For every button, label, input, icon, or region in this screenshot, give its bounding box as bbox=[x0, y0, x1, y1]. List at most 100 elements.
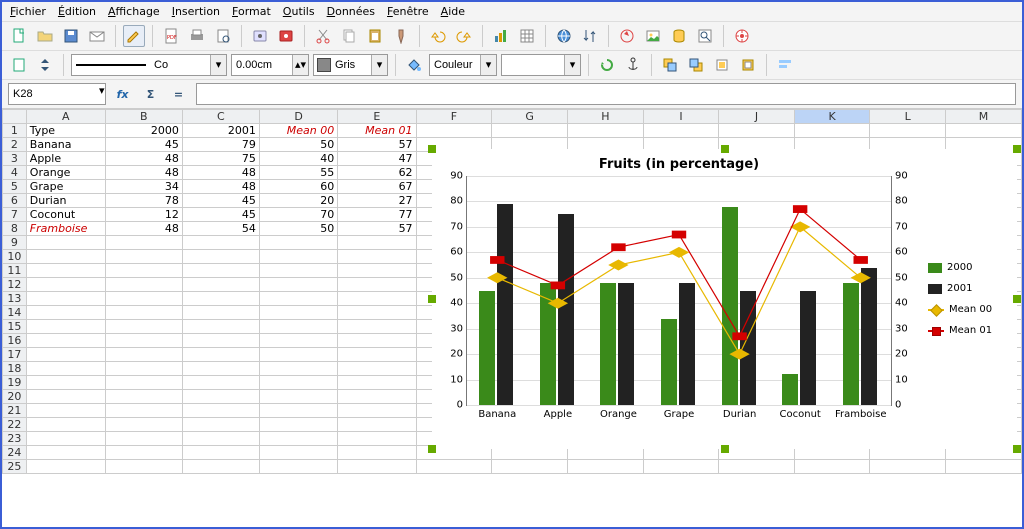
cell-B18[interactable] bbox=[105, 362, 182, 376]
cell-D4[interactable]: 55 bbox=[259, 166, 337, 180]
cell-E2[interactable]: 57 bbox=[338, 138, 416, 152]
cell-C20[interactable] bbox=[182, 390, 259, 404]
cell-D19[interactable] bbox=[259, 376, 337, 390]
row-header-7[interactable]: 7 bbox=[3, 208, 27, 222]
cell-E20[interactable] bbox=[338, 390, 416, 404]
cell-A14[interactable] bbox=[26, 306, 105, 320]
cell-E21[interactable] bbox=[338, 404, 416, 418]
menu-affichage[interactable]: Affichage bbox=[108, 5, 160, 18]
col-header-F[interactable]: F bbox=[416, 110, 492, 124]
dropdown-arrow-icon[interactable]: ▾ bbox=[371, 55, 387, 75]
line-width-input[interactable] bbox=[232, 55, 292, 75]
rotate-icon[interactable] bbox=[596, 54, 618, 76]
cell-E9[interactable] bbox=[338, 236, 416, 250]
col-header-G[interactable]: G bbox=[492, 110, 568, 124]
cell-C22[interactable] bbox=[182, 418, 259, 432]
cell-E17[interactable] bbox=[338, 348, 416, 362]
cell-K25[interactable] bbox=[794, 460, 870, 474]
cell-D5[interactable]: 60 bbox=[259, 180, 337, 194]
row-header-14[interactable]: 14 bbox=[3, 306, 27, 320]
datasource-icon[interactable] bbox=[668, 25, 690, 47]
cell-C10[interactable] bbox=[182, 250, 259, 264]
col-header-A[interactable]: A bbox=[26, 110, 105, 124]
format-paintbrush-icon[interactable] bbox=[390, 25, 412, 47]
resize-handle[interactable] bbox=[1013, 295, 1021, 303]
fill-bucket-icon[interactable] bbox=[403, 54, 425, 76]
cell-D8[interactable]: 50 bbox=[259, 222, 337, 236]
cell-A5[interactable]: Grape bbox=[26, 180, 105, 194]
cell-A4[interactable]: Orange bbox=[26, 166, 105, 180]
row-header-22[interactable]: 22 bbox=[3, 418, 27, 432]
row-header-13[interactable]: 13 bbox=[3, 292, 27, 306]
row-header-2[interactable]: 2 bbox=[3, 138, 27, 152]
table-icon[interactable] bbox=[516, 25, 538, 47]
cell-D23[interactable] bbox=[259, 432, 337, 446]
function-wizard-icon[interactable]: fx bbox=[112, 83, 134, 105]
resize-handle[interactable] bbox=[1013, 145, 1021, 153]
cell-B21[interactable] bbox=[105, 404, 182, 418]
cell-B6[interactable]: 78 bbox=[105, 194, 182, 208]
cell-A23[interactable] bbox=[26, 432, 105, 446]
equals-icon[interactable]: = bbox=[168, 83, 190, 105]
cell-B4[interactable]: 48 bbox=[105, 166, 182, 180]
cut-icon[interactable] bbox=[312, 25, 334, 47]
stop-macro-icon[interactable] bbox=[275, 25, 297, 47]
cell-C9[interactable] bbox=[182, 236, 259, 250]
col-header-H[interactable]: H bbox=[568, 110, 644, 124]
col-header-B[interactable]: B bbox=[105, 110, 182, 124]
row-header-1[interactable]: 1 bbox=[3, 124, 27, 138]
col-header-K[interactable]: K bbox=[794, 110, 870, 124]
cell-C23[interactable] bbox=[182, 432, 259, 446]
cell-E15[interactable] bbox=[338, 320, 416, 334]
cell-B16[interactable] bbox=[105, 334, 182, 348]
edit-mode-icon[interactable] bbox=[123, 25, 145, 47]
sort-icon[interactable] bbox=[579, 25, 601, 47]
paste-icon[interactable] bbox=[364, 25, 386, 47]
cell-D21[interactable] bbox=[259, 404, 337, 418]
alignment-icon[interactable] bbox=[774, 54, 796, 76]
line-style-combo[interactable]: ▾ bbox=[71, 54, 227, 76]
cell-B22[interactable] bbox=[105, 418, 182, 432]
cell-E3[interactable]: 47 bbox=[338, 152, 416, 166]
dropdown-arrow-icon[interactable]: ▾ bbox=[210, 55, 226, 75]
redo-icon[interactable] bbox=[453, 25, 475, 47]
cell-A10[interactable] bbox=[26, 250, 105, 264]
cell-I25[interactable] bbox=[643, 460, 718, 474]
anchor-menu-icon[interactable] bbox=[8, 54, 30, 76]
cell-E10[interactable] bbox=[338, 250, 416, 264]
cell-A16[interactable] bbox=[26, 334, 105, 348]
cell-D14[interactable] bbox=[259, 306, 337, 320]
open-icon[interactable] bbox=[34, 25, 56, 47]
cell-A3[interactable]: Apple bbox=[26, 152, 105, 166]
cell-B12[interactable] bbox=[105, 278, 182, 292]
row-header-4[interactable]: 4 bbox=[3, 166, 27, 180]
cell-M1[interactable] bbox=[946, 124, 1022, 138]
copy-icon[interactable] bbox=[338, 25, 360, 47]
cell-D22[interactable] bbox=[259, 418, 337, 432]
cell-E16[interactable] bbox=[338, 334, 416, 348]
cell-E14[interactable] bbox=[338, 306, 416, 320]
cell-A20[interactable] bbox=[26, 390, 105, 404]
cell-E24[interactable] bbox=[338, 446, 416, 460]
export-pdf-icon[interactable]: PDF bbox=[160, 25, 182, 47]
row-header-15[interactable]: 15 bbox=[3, 320, 27, 334]
cell-D15[interactable] bbox=[259, 320, 337, 334]
row-header-6[interactable]: 6 bbox=[3, 194, 27, 208]
col-header-C[interactable]: C bbox=[182, 110, 259, 124]
row-header-10[interactable]: 10 bbox=[3, 250, 27, 264]
cell-D6[interactable]: 20 bbox=[259, 194, 337, 208]
row-header-3[interactable]: 3 bbox=[3, 152, 27, 166]
line-width-combo[interactable]: ▴▾ bbox=[231, 54, 309, 76]
cell-A25[interactable] bbox=[26, 460, 105, 474]
cell-M25[interactable] bbox=[946, 460, 1022, 474]
cell-B10[interactable] bbox=[105, 250, 182, 264]
cell-B8[interactable]: 48 bbox=[105, 222, 182, 236]
cell-G1[interactable] bbox=[492, 124, 568, 138]
menu-outils[interactable]: Outils bbox=[283, 5, 315, 18]
cell-C16[interactable] bbox=[182, 334, 259, 348]
cell-A21[interactable] bbox=[26, 404, 105, 418]
sum-icon[interactable]: Σ bbox=[140, 83, 162, 105]
cell-E11[interactable] bbox=[338, 264, 416, 278]
chart-object[interactable]: Fruits (in percentage) 00101020203030404… bbox=[432, 149, 1017, 449]
fill-color-combo[interactable]: ▾ bbox=[501, 54, 581, 76]
